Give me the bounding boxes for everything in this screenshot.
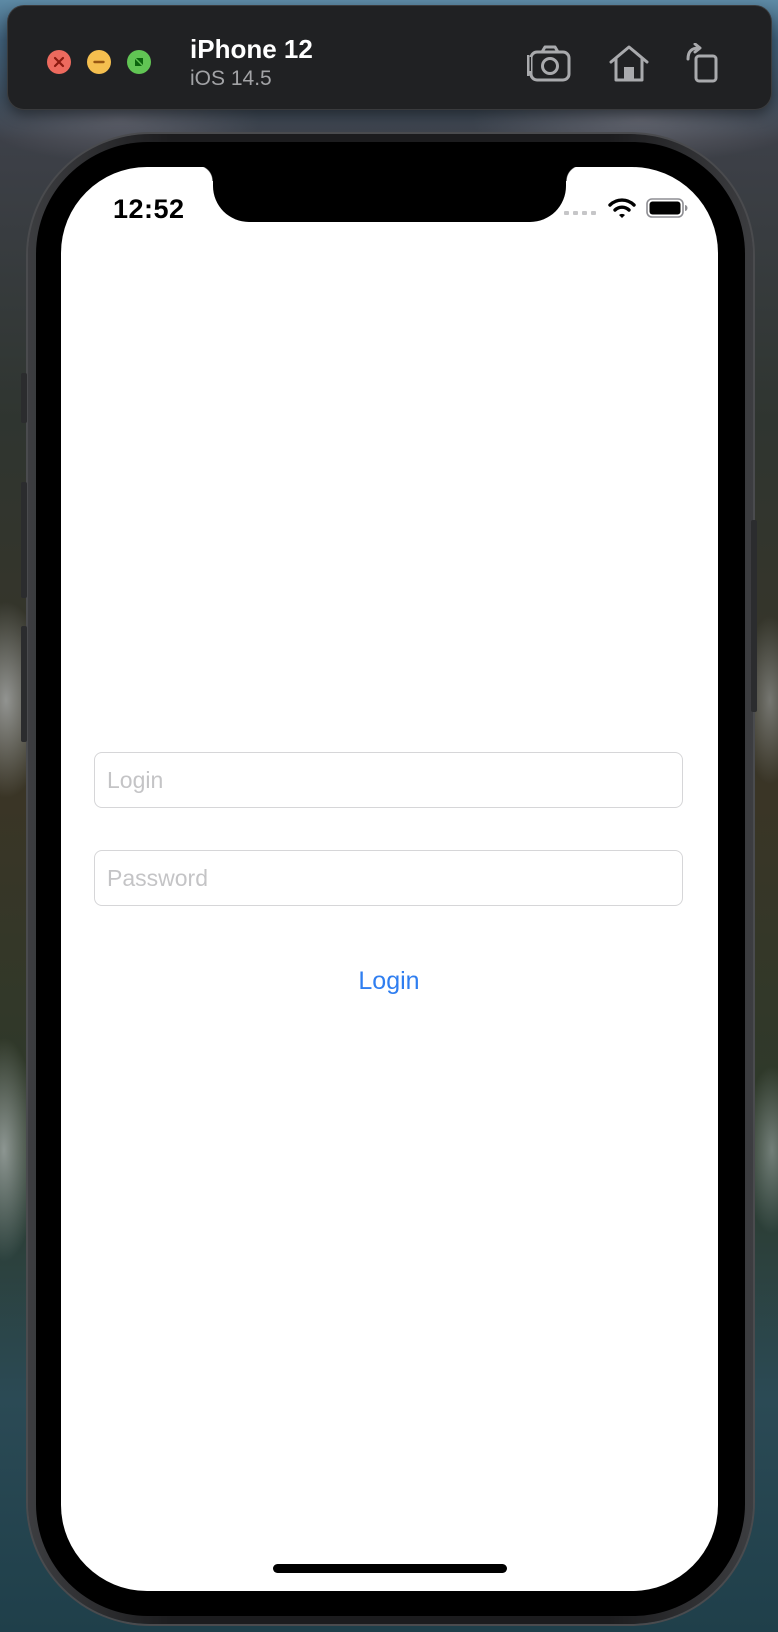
status-bar-time: 12:52 — [113, 194, 185, 224]
window-zoom-button[interactable] — [127, 50, 151, 74]
notch — [197, 167, 582, 222]
volume-down-button — [21, 626, 27, 742]
window-minimize-button[interactable] — [87, 50, 111, 74]
screenshot-button[interactable] — [526, 42, 574, 84]
rotate-button[interactable] — [679, 42, 727, 84]
login-field[interactable] — [94, 752, 683, 808]
volume-up-button — [21, 482, 27, 598]
silent-switch — [21, 373, 27, 423]
window-close-button[interactable] — [47, 50, 71, 74]
password-field[interactable] — [94, 850, 683, 906]
desktop-background: iPhone 12 iOS 14.5 12:52 Login Login — [0, 0, 778, 1632]
wifi-icon — [608, 198, 636, 218]
home-indicator[interactable] — [273, 1564, 507, 1573]
simulator-titlebar: iPhone 12 iOS 14.5 — [8, 6, 771, 109]
home-button[interactable] — [605, 42, 653, 84]
status-bar-icons — [564, 195, 688, 221]
os-version: iOS 14.5 — [190, 67, 272, 90]
battery-icon — [646, 198, 688, 218]
phone-screen: 12:52 Login — [61, 167, 718, 1591]
side-power-button — [751, 520, 757, 712]
device-name: iPhone 12 — [190, 34, 313, 64]
zoom-icon — [135, 58, 143, 66]
home-icon — [609, 45, 649, 82]
cellular-signal-icon — [564, 211, 596, 215]
password-input[interactable] — [107, 864, 670, 892]
login-input[interactable] — [107, 766, 670, 794]
camera-icon — [527, 45, 571, 82]
close-icon — [53, 56, 65, 68]
rotate-icon — [686, 43, 718, 83]
login-button[interactable]: Login — [289, 961, 489, 1001]
minimize-icon — [93, 60, 105, 64]
